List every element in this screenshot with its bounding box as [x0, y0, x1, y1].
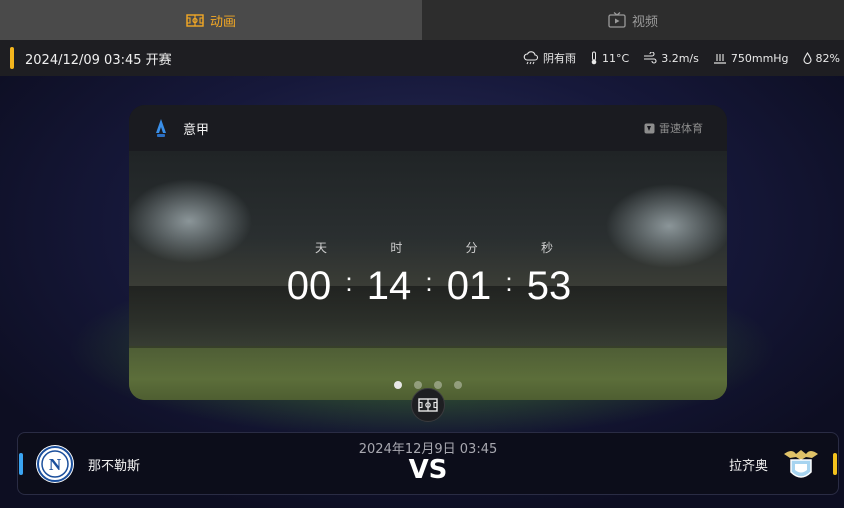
droplet-icon [802, 52, 812, 64]
countdown-labels: 天 时 分 秒 [279, 239, 579, 256]
label-days: 天 [314, 241, 327, 255]
countdown-separator: : [345, 267, 353, 297]
vs-label: VS [408, 455, 448, 485]
lazio-crest-icon [782, 443, 820, 485]
brand-logo-icon [644, 123, 655, 133]
tab-animation[interactable]: 动画 [0, 0, 422, 40]
brand-watermark: 雷速体育 [644, 120, 703, 136]
carousel-dot[interactable] [454, 381, 462, 389]
tab-video[interactable]: 视频 [422, 0, 844, 40]
cloud-rain-icon [523, 51, 539, 65]
wind-icon [644, 52, 657, 64]
countdown-hours: 14 [366, 264, 412, 308]
carousel-dot[interactable] [414, 381, 422, 389]
weather-condition: 阴有雨 [523, 50, 576, 66]
carousel-dot[interactable] [434, 381, 442, 389]
label-minutes: 分 [465, 241, 478, 255]
countdown-card: 意甲 雷速体育 天 时 分 秒 00: 14: 01: 53 [129, 105, 727, 400]
pitch-icon [186, 13, 204, 27]
countdown-separator: : [505, 267, 513, 297]
away-team-marker [833, 453, 837, 475]
serie-a-logo-icon [151, 117, 171, 139]
away-team-name[interactable]: 拉齐奥 [729, 455, 768, 474]
match-info-bar: 2024/12/09 03:45 开赛 阴有雨 11°C 3.2m/s 750m… [0, 40, 844, 76]
label-hours: 时 [390, 241, 403, 255]
stadium-background: 天 时 分 秒 00 : 14 : 01 : 53 [129, 151, 727, 400]
countdown-seconds: 53 [526, 264, 572, 308]
weather-humidity: 82% [802, 52, 840, 65]
label-seconds: 秒 [540, 241, 553, 255]
countdown-days: 00 [286, 264, 332, 308]
carousel-dot[interactable] [394, 381, 402, 389]
card-header: 意甲 雷速体育 [129, 105, 727, 151]
countdown-timer: 天 时 分 秒 00 : 14 : 01 : 53 [279, 239, 579, 309]
weather-wind: 3.2m/s [643, 52, 699, 65]
weather-temperature: 11°C [590, 51, 629, 65]
countdown-separator: : [425, 267, 433, 297]
pitch-icon [418, 398, 438, 412]
thermometer-icon [591, 51, 597, 65]
tab-animation-label: 动画 [209, 14, 236, 30]
top-tabs: 动画 视频 [0, 0, 844, 40]
tab-video-label: 视频 [631, 14, 658, 30]
tv-icon [608, 12, 626, 28]
pitch-view-button[interactable] [411, 388, 445, 422]
countdown-values: 00 : 14 : 01 : 53 [279, 264, 579, 309]
weather-info: 阴有雨 11°C 3.2m/s 750mmHg 82% [523, 50, 840, 66]
pressure-icon [713, 54, 726, 64]
accent-marker [10, 47, 14, 69]
start-time: 2024/12/09 03:45 开赛 [25, 52, 172, 68]
weather-pressure: 750mmHg [713, 52, 789, 65]
match-bar: N 那不勒斯 2024年12月9日 03:45 VS 拉齐奥 [17, 432, 839, 495]
countdown-minutes: 01 [446, 264, 492, 308]
league-name: 意甲 [183, 122, 210, 138]
